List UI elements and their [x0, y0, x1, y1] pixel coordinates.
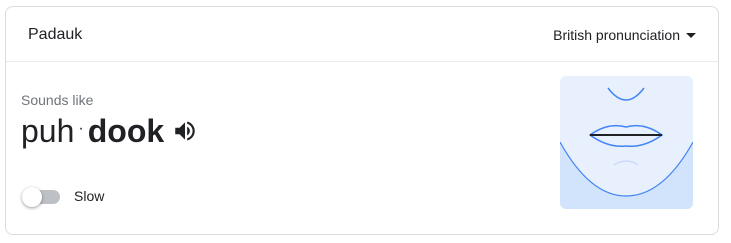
dialect-label: British pronunciation	[553, 27, 680, 43]
syllable-1: puh	[21, 113, 75, 149]
caret-down-icon	[686, 32, 696, 38]
syllable-separator: ·	[78, 120, 84, 137]
slow-toggle[interactable]	[22, 187, 60, 207]
syllable-2-stressed: dook	[87, 113, 165, 149]
card-header: Padauk British pronunciation	[6, 7, 718, 62]
headword: Padauk	[28, 26, 83, 43]
slow-label: Slow	[74, 188, 105, 204]
sounds-like-label: Sounds like	[21, 92, 94, 108]
slow-toggle-knob	[22, 187, 42, 207]
dialect-dropdown[interactable]: British pronunciation	[553, 27, 696, 43]
speaker-icon[interactable]	[172, 118, 198, 144]
phonetic-spelling: puh · dook	[21, 111, 198, 151]
mouth-diagram	[560, 76, 693, 209]
